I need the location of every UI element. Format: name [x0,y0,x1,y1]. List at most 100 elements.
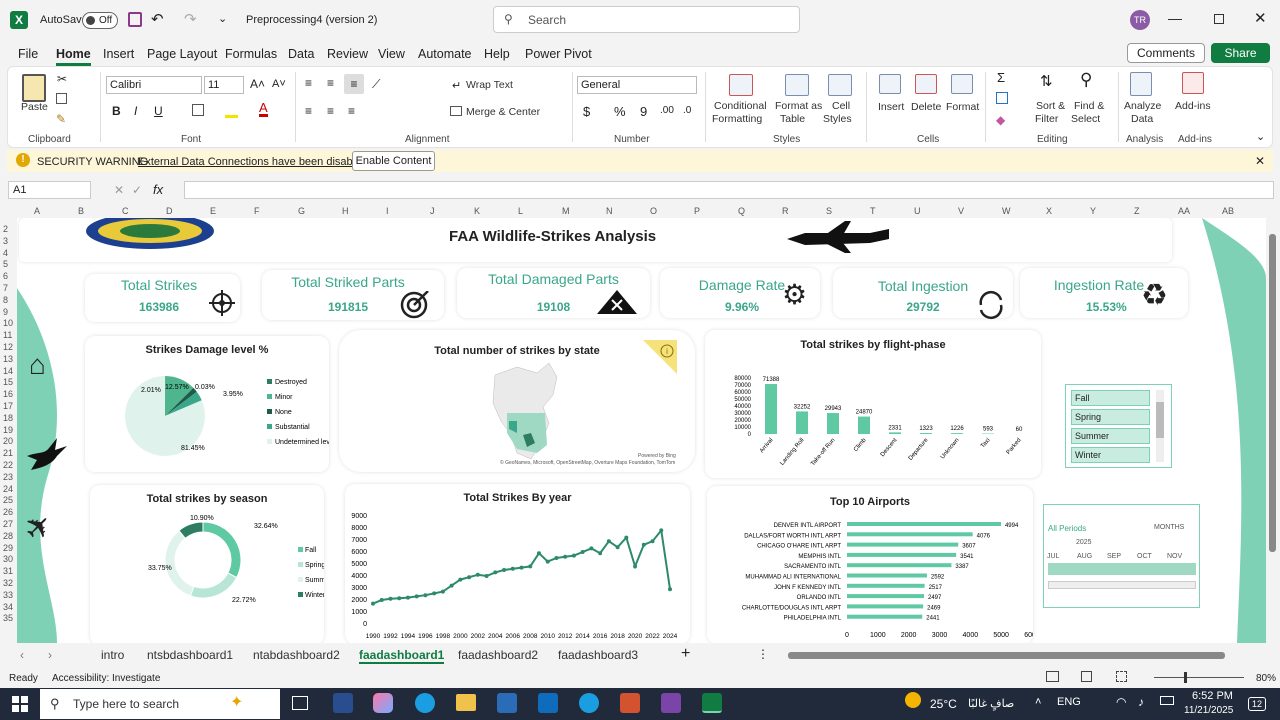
zoom-level[interactable]: 80% [1256,673,1276,684]
sort-filter-icon[interactable]: ⇅ [1040,72,1053,90]
align-middle-icon[interactable]: ≡ [327,76,334,90]
column-header[interactable]: C [122,206,129,216]
align-center-icon[interactable]: ≡ [327,104,334,118]
percent-icon[interactable]: % [614,104,626,119]
conditional-formatting-label[interactable]: Conditional [714,100,767,112]
page-layout-view-icon[interactable] [1081,671,1092,682]
tab-faadashboard3[interactable]: faadashboard3 [558,648,638,662]
row-header[interactable]: 16 [3,389,13,399]
row-header[interactable]: 17 [3,401,13,411]
column-header[interactable]: N [606,206,613,216]
clock-time[interactable]: 6:52 PM [1192,690,1233,702]
timeline-unit-select[interactable]: MONTHS [1154,524,1184,531]
column-header[interactable]: Z [1134,206,1140,216]
browser-icon[interactable] [579,693,599,713]
column-header[interactable]: V [958,206,964,216]
increase-decimal-icon[interactable]: .00 [660,105,674,116]
language-indicator[interactable]: ENG [1057,696,1081,708]
column-header[interactable]: R [782,206,789,216]
notification-badge[interactable]: 12 [1248,697,1266,711]
undo-icon[interactable]: ↶ [151,10,164,28]
analyze-data-icon[interactable] [1130,72,1152,96]
task-view-icon[interactable] [292,696,308,710]
row-header[interactable]: 11 [3,330,12,340]
row-header[interactable]: 35 [3,613,13,623]
volume-icon[interactable]: ♪ [1138,695,1144,709]
slicer-scrollbar[interactable] [1156,390,1164,462]
align-left-icon[interactable]: ≡ [305,104,312,118]
row-header[interactable]: 33 [3,590,13,600]
battery-icon[interactable] [1160,696,1174,705]
page-break-view-icon[interactable] [1116,671,1127,682]
file-explorer-icon[interactable] [456,694,476,711]
app-icon[interactable] [333,693,353,713]
column-header[interactable]: Q [738,206,745,216]
enable-content-button[interactable]: Enable Content [352,151,435,171]
row-header[interactable]: 18 [3,413,13,423]
row-header[interactable]: 22 [3,460,13,470]
currency-icon[interactable]: $ [583,104,590,119]
underline-icon[interactable]: U [154,104,163,118]
find-select-label-2[interactable]: Select [1071,113,1100,125]
cell-styles-icon[interactable] [828,74,852,96]
orientation-icon[interactable]: ⟋ [372,77,380,92]
row-header[interactable]: 21 [3,448,13,458]
tab-intro[interactable]: intro [101,648,124,662]
decrease-font-icon[interactable]: A˅ [272,78,286,90]
slicer-item-spring[interactable]: Spring [1071,409,1150,425]
fill-icon[interactable] [996,92,1008,104]
row-header[interactable]: 12 [3,342,13,352]
column-header[interactable]: G [298,206,305,216]
collapse-ribbon-icon[interactable]: ⌄ [1256,130,1265,143]
tab-ntabdashboard2[interactable]: ntabdashboard2 [253,648,340,662]
zoom-slider[interactable] [1154,672,1244,683]
slicer-item-summer[interactable]: Summer [1071,428,1150,444]
column-header[interactable]: W [1002,206,1011,216]
row-header[interactable]: 14 [3,366,13,376]
powerpoint-icon[interactable] [620,693,640,713]
name-box[interactable]: A1 [8,181,91,199]
clock-date[interactable]: 11/21/2025 [1184,705,1233,716]
column-header[interactable]: K [474,206,480,216]
row-header[interactable]: 25 [3,495,13,505]
font-size-select[interactable]: 11 [204,76,244,94]
menu-formulas[interactable]: Formulas [225,47,277,61]
next-sheet-icon[interactable]: › [48,648,52,662]
prev-sheet-icon[interactable]: ‹ [20,648,24,662]
clear-icon[interactable]: ◆ [996,113,1005,127]
wrap-text-icon[interactable]: ↵ [452,79,461,92]
menu-automate[interactable]: Automate [418,47,472,61]
format-cells-label[interactable]: Format [946,101,979,113]
merge-center-icon[interactable] [450,106,462,116]
edge-icon[interactable] [415,693,435,713]
add-ins-label[interactable]: Add-ins [1175,100,1211,112]
font-color-icon[interactable]: A [259,101,268,117]
menu-review[interactable]: Review [327,47,368,61]
row-header[interactable]: 3 [3,236,8,246]
row-header[interactable]: 19 [3,425,13,435]
column-header[interactable]: AA [1178,206,1190,216]
copy-icon[interactable] [56,93,67,104]
slicer-item-fall[interactable]: Fall [1071,390,1150,406]
row-header[interactable]: 32 [3,578,13,588]
column-header[interactable]: B [78,206,84,216]
cancel-icon[interactable]: ✕ [114,183,124,197]
row-header[interactable]: 23 [3,472,13,482]
sort-filter-label[interactable]: Sort & [1036,100,1065,112]
save-icon[interactable] [128,12,142,27]
menu-insert[interactable]: Insert [103,47,134,61]
row-header[interactable]: 10 [3,318,13,328]
insert-function-icon[interactable]: fx [153,182,163,197]
row-header[interactable]: 8 [3,295,8,305]
row-header[interactable]: 24 [3,484,13,494]
row-header[interactable]: 30 [3,554,13,564]
tab-faadashboard1[interactable]: faadashboard1 [359,648,445,664]
font-name-select[interactable]: Calibri [106,76,202,94]
row-header[interactable]: 5 [3,259,8,269]
format-as-table-label[interactable]: Format as [775,100,822,112]
avatar[interactable]: TR [1130,10,1150,30]
menu-view[interactable]: View [378,47,405,61]
insert-cells-label[interactable]: Insert [878,101,904,113]
windows-start-icon[interactable] [12,696,28,712]
column-header[interactable]: L [518,206,523,216]
